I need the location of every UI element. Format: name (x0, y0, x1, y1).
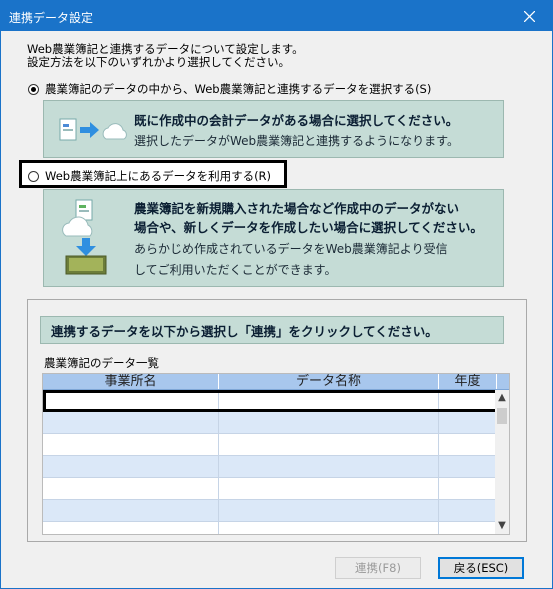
data-list-heading: 連携するデータを以下から選択し「連携」をクリックしてください。 (40, 316, 504, 344)
window-title: 連携データ設定 (9, 11, 94, 25)
option-use-web-heading-1: 農業簿記を新規購入された場合など作成中のデータがない (134, 201, 460, 216)
data-list-label: 農業簿記のデータ一覧 (44, 356, 159, 370)
intro-line-2: 設定方法を以下のいずれかより選択してください。 (27, 55, 291, 69)
upload-data-icon (59, 118, 127, 141)
table-row[interactable] (43, 522, 509, 534)
scroll-up-icon[interactable]: ▲ (495, 390, 509, 406)
link-button[interactable]: 連携(F8) (335, 557, 421, 579)
close-button[interactable] (506, 1, 552, 31)
option-use-web-label: Web農業簿記上にあるデータを利用する(R) (45, 169, 272, 183)
data-list-panel: 連携するデータを以下から選択し「連携」をクリックしてください。 農業簿記のデータ… (27, 299, 527, 542)
option-select-existing-label: 農業簿記のデータの中から、Web農業簿記と連携するデータを選択する(S) (45, 82, 432, 96)
option-select-existing-info: 既に作成中の会計データがある場合に選択してください。 選択したデータがWeb農業… (43, 100, 504, 158)
close-icon (523, 10, 535, 22)
intro-text: Web農業簿記と連携するデータについて設定します。 設定方法を以下のいずれかより… (27, 43, 304, 69)
data-list-table[interactable]: 事業所名 データ名称 年度 ▲ ▼ (42, 373, 510, 535)
option-use-web-desc-1: あらかじめ作成されているデータをWeb農業簿記より受信 (134, 242, 448, 256)
radio-select-existing[interactable] (28, 83, 39, 95)
scroll-thumb[interactable] (497, 408, 507, 424)
dialog-window: 連携データ設定 Web農業簿記と連携するデータについて設定します。 設定方法を以… (0, 0, 553, 589)
option-use-web-info: 農業簿記を新規購入された場合など作成中のデータがない 場合や、新しくデータを作成… (43, 189, 504, 287)
title-bar: 連携データ設定 (1, 1, 552, 31)
option-use-web-desc-2: してご利用いただくことができます。 (134, 263, 337, 277)
table-row[interactable] (43, 434, 509, 456)
option-select-existing-heading: 既に作成中の会計データがある場合に選択してください。 (134, 113, 459, 128)
table-row[interactable] (43, 456, 509, 478)
back-button[interactable]: 戻る(ESC) (438, 557, 524, 579)
option-select-existing[interactable]: 農業簿記のデータの中から、Web農業簿記と連携するデータを選択する(S) (28, 81, 431, 97)
column-header-data-name[interactable]: データ名称 (219, 374, 439, 389)
table-body (43, 390, 509, 534)
column-header-office[interactable]: 事業所名 (43, 374, 219, 389)
option-use-web[interactable]: Web農業簿記上にあるデータを利用する(R) (28, 168, 271, 184)
column-header-year[interactable]: 年度 (439, 374, 497, 389)
table-row[interactable] (43, 412, 509, 434)
option-select-existing-desc: 選択したデータがWeb農業簿記と連携するようになります。 (134, 134, 459, 148)
scroll-down-icon[interactable]: ▼ (495, 518, 509, 534)
table-row[interactable] (43, 478, 509, 500)
table-row[interactable] (43, 500, 509, 522)
table-row[interactable] (43, 390, 509, 412)
option-use-web-heading-2: 場合や、新しくデータを作成したい場合に選択してください。 (134, 220, 483, 235)
table-scrollbar[interactable]: ▲ ▼ (495, 390, 509, 534)
download-data-icon (62, 199, 107, 275)
table-header: 事業所名 データ名称 年度 (43, 374, 509, 390)
radio-use-web[interactable] (28, 170, 39, 182)
